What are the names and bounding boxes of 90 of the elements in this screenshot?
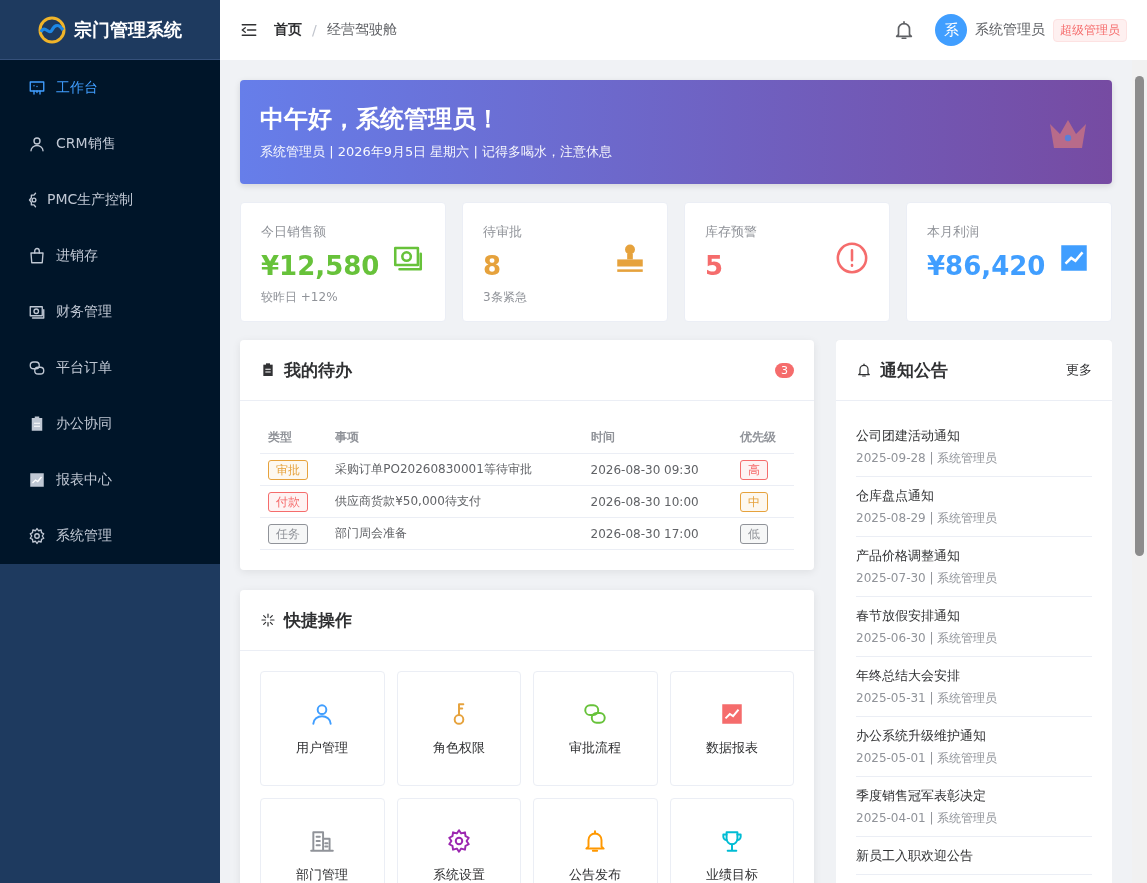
notice-title[interactable]: 办公系统升级维护通知 (856, 727, 1092, 745)
column-header: 优先级 (731, 421, 794, 454)
priority-tag: 低 (739, 523, 768, 544)
count-badge: 3 (775, 362, 794, 378)
sidebar-menu-item[interactable]: 办公协同 (0, 396, 220, 452)
quick-action-button[interactable]: 业绩目标 (669, 798, 794, 883)
user-icon (28, 135, 46, 153)
notice-title[interactable]: 新员工入职欢迎公告 (856, 847, 1092, 865)
notification-bell-icon (893, 19, 915, 41)
role-badge: 超级管理员 (1053, 18, 1127, 42)
scrollbar-thumb[interactable] (1135, 76, 1144, 556)
quick-action-button[interactable]: 部门管理 (260, 798, 385, 883)
column-header: 时间 (582, 421, 732, 454)
presentation-board-icon (28, 79, 46, 97)
priority-tag: 高 (739, 459, 768, 480)
table-cell: 部门周会准备 (327, 517, 583, 550)
gear-icon (28, 191, 37, 209)
type-tag: 审批 (268, 459, 308, 480)
breadcrumb-link[interactable]: 首页 (274, 21, 302, 39)
stat-value: ¥86,420 (927, 251, 1046, 281)
alert-icon (835, 241, 869, 275)
chain-link-icon (28, 359, 46, 377)
shopping-bag-icon (28, 247, 46, 265)
notice-meta: 2025-05-31 | 系统管理员 (856, 690, 999, 707)
table-cell: 供应商货款¥50,000待支付 (327, 485, 583, 518)
notice-title[interactable]: 公司团建活动通知 (856, 427, 1092, 445)
more-link[interactable]: 更多 (1066, 361, 1092, 379)
stat-label: 今日销售额 (261, 223, 327, 241)
notice-meta: 2025-07-30 | 系统管理员 (856, 570, 999, 587)
sidebar-menu-item[interactable]: 财务管理 (0, 284, 220, 340)
stat-note: 3条紧急 (483, 289, 527, 306)
collapse-menu-button[interactable] (240, 21, 258, 39)
table-cell: 2026-08-30 09:30 (582, 453, 732, 486)
bell-icon (856, 362, 872, 378)
type-tag: 任务 (268, 523, 308, 544)
quick-action-button[interactable]: 系统设置 (396, 798, 521, 883)
table-cell: 采购订单PO20260830001等待审批 (327, 453, 583, 486)
clipboard-icon (260, 362, 276, 378)
sidebar-menu-item[interactable]: PMC生产控制 (0, 172, 220, 228)
sidebar-menu-item[interactable]: 平台订单 (0, 340, 220, 396)
app-logo-text: 宗门管理系统 (74, 17, 182, 42)
stat-label: 待审批 (483, 223, 523, 241)
quick-action-button[interactable]: 用户管理 (260, 671, 385, 786)
stat-label: 库存预警 (705, 223, 757, 241)
quick-action-button[interactable]: 公告发布 (533, 798, 658, 883)
sidebar-menu-item[interactable]: 系统管理 (0, 508, 220, 564)
menu-fold-icon (240, 21, 258, 39)
type-tag: 付款 (268, 491, 308, 512)
stat-value: 5 (705, 251, 725, 281)
sidebar-menu-item[interactable]: 进销存 (0, 228, 220, 284)
notice-title[interactable]: 季度销售冠军表彰决定 (856, 787, 1092, 805)
priority-tag: 中 (739, 491, 768, 512)
notice-meta: 2025-06-30 | 系统管理员 (856, 630, 999, 647)
card-title: 快捷操作 (284, 608, 353, 632)
stat-label: 本月利润 (927, 223, 980, 241)
stat-value: ¥12,580 (261, 251, 380, 281)
settings-icon (28, 527, 46, 545)
card-title: 我的待办 (284, 358, 353, 382)
stat-note: 较昨日 +12% (261, 289, 339, 306)
stat-value: 8 (483, 251, 503, 281)
sparkle-icon (260, 612, 276, 628)
greeting-subtitle: 系统管理员 | 2026年9月5日 星期六 | 记得多喝水，注意休息 (260, 143, 614, 161)
notification-button[interactable] (893, 19, 915, 41)
notice-meta: 2025-04-01 | 系统管理员 (856, 810, 999, 827)
table-cell: 2026-08-30 10:00 (582, 485, 732, 518)
breadcrumb-separator: / (312, 22, 317, 38)
breadcrumb-current: 经营驾驶舱 (326, 21, 397, 39)
scrollbar[interactable] (1132, 60, 1147, 883)
column-header: 类型 (260, 421, 328, 454)
notice-title[interactable]: 春节放假安排通知 (856, 607, 1092, 625)
sidebar-menu-item[interactable]: CRM销售 (0, 116, 220, 172)
quick-action-button[interactable]: 审批流程 (533, 671, 658, 786)
quick-action-button[interactable]: 角色权限 (396, 671, 521, 786)
notice-meta: 2025-09-28 | 系统管理员 (856, 450, 999, 467)
notice-meta: 2025-05-01 | 系统管理员 (856, 750, 999, 767)
notice-meta: 2025-08-29 | 系统管理员 (856, 510, 999, 527)
greeting-title: 中午好，系统管理员！ (260, 104, 501, 135)
notice-title[interactable]: 年终总结大会安排 (856, 667, 1092, 685)
logo-icon (38, 15, 66, 44)
sidebar-menu-item[interactable]: 工作台 (0, 60, 220, 116)
banknote-icon (28, 303, 46, 321)
table-cell: 2026-08-30 17:00 (582, 517, 732, 550)
card-title: 通知公告 (880, 358, 949, 382)
user-name: 系统管理员 (975, 21, 1045, 39)
quick-action-button[interactable]: 数据报表 (669, 671, 794, 786)
notice-title[interactable]: 产品价格调整通知 (856, 547, 1092, 565)
sidebar-menu-item[interactable]: 报表中心 (0, 452, 220, 508)
chart-icon (28, 471, 46, 489)
column-header: 事项 (327, 421, 583, 454)
notice-title[interactable]: 仓库盘点通知 (856, 487, 1092, 505)
